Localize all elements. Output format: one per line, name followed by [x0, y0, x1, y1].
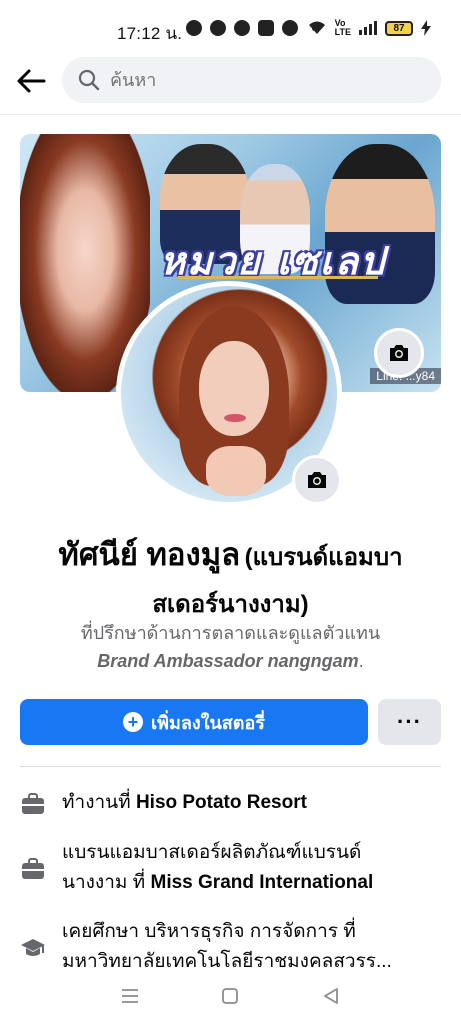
camera-icon	[308, 472, 326, 488]
more-options-button[interactable]: ···	[378, 699, 441, 745]
detail-education-line-1: เคยศึกษา บริหารธุรกิจ การจัดการ ที่	[62, 921, 356, 942]
battery-level: 87	[393, 22, 405, 34]
briefcase-icon	[22, 793, 44, 814]
system-navigation-bar	[0, 968, 461, 1024]
volte-icon: Vo LTE	[334, 18, 351, 37]
status-bar: 17:12 น. Vo LTE 87	[0, 0, 461, 58]
triangle-back-icon	[323, 988, 338, 1004]
avatar-lips	[224, 414, 246, 422]
back-button[interactable]	[14, 64, 48, 98]
signal-icon	[359, 21, 377, 35]
detail-work[interactable]: ทำงานที่ Hiso Potato Resort	[20, 788, 441, 818]
graduation-cap-icon	[21, 939, 45, 956]
app-notification-icon	[234, 20, 250, 36]
detail-ambassador[interactable]: แบรนแอมบาสเดอร์ผลิตภัณฑ์แบรนด์ นางงาม ที…	[20, 838, 441, 898]
messenger-icon	[210, 20, 226, 36]
system-icons: Vo LTE 87	[307, 19, 431, 37]
charging-icon	[421, 20, 431, 36]
detail-ambassador-text: แบรนแอมบาสเดอร์ผลิตภัณฑ์แบรนด์ นางงาม ที…	[62, 838, 373, 898]
cover-title-underline	[178, 276, 378, 279]
line-app-icon	[186, 20, 202, 36]
avatar-hand	[206, 446, 266, 496]
detail-work-place: Hiso Potato Resort	[135, 792, 307, 813]
wifi-icon	[308, 21, 325, 34]
notification-icons	[186, 20, 317, 36]
arrow-left-icon	[17, 69, 46, 93]
bio-line-2-end: .	[358, 651, 364, 671]
shopping-bag-icon	[258, 20, 274, 36]
camera-icon	[390, 345, 408, 361]
home-button[interactable]	[215, 981, 245, 1011]
recent-apps-button[interactable]	[115, 981, 145, 1011]
profile-name-sub-2: สเดอร์นางงาม)	[152, 591, 309, 618]
profile-name-sub-1: (แบรนด์แอมบา	[244, 544, 403, 571]
briefcase-icon	[22, 858, 44, 879]
detail-work-prefix: ทำงานที่	[62, 792, 136, 813]
menu-lines-icon	[122, 989, 139, 1003]
system-back-button[interactable]	[316, 981, 346, 1011]
more-dots-icon: ···	[397, 709, 422, 734]
add-to-story-label: เพิ่มลงในสตอรี่	[151, 712, 265, 733]
search-input[interactable]	[110, 69, 410, 91]
edit-cover-photo-button[interactable]	[374, 328, 424, 378]
detail-ambassador-prefix: นางงาม ที่	[62, 872, 151, 893]
edit-profile-picture-button[interactable]	[292, 455, 342, 505]
bio-line-1: ที่ปรึกษาด้านการตลาดและดูแลตัวแทน	[80, 623, 381, 643]
header-divider	[0, 114, 461, 115]
tiktok-icon	[282, 20, 298, 36]
battery-icon: 87	[385, 20, 413, 36]
bio-line-2: Brand Ambassador nangngam	[97, 651, 359, 671]
add-to-story-button[interactable]: + เพิ่มลงในสตอรี่	[20, 699, 368, 745]
cover-title-art: หมวย เซเลป	[160, 239, 387, 283]
detail-ambassador-place: Miss Grand International	[150, 872, 374, 893]
search-bar[interactable]	[62, 57, 441, 103]
search-icon	[78, 69, 100, 91]
detail-ambassador-line-1: แบรนแอมบาสเดอร์ผลิตภัณฑ์แบรนด์	[62, 842, 362, 863]
detail-work-text: ทำงานที่ Hiso Potato Resort	[62, 788, 307, 818]
profile-name-main: ทัศนีย์ ทองมูล	[58, 537, 241, 572]
profile-bio: ที่ปรึกษาด้านการตลาดและดูแลตัวแทน Brand …	[20, 619, 441, 675]
section-divider	[20, 766, 441, 767]
square-icon	[222, 988, 239, 1004]
status-time: 17:12 น.	[117, 24, 183, 43]
plus-circle-icon: +	[123, 712, 144, 732]
profile-name: ทัศนีย์ ทองมูล (แบรนด์แอมบา สเดอร์นางงาม…	[20, 533, 441, 630]
